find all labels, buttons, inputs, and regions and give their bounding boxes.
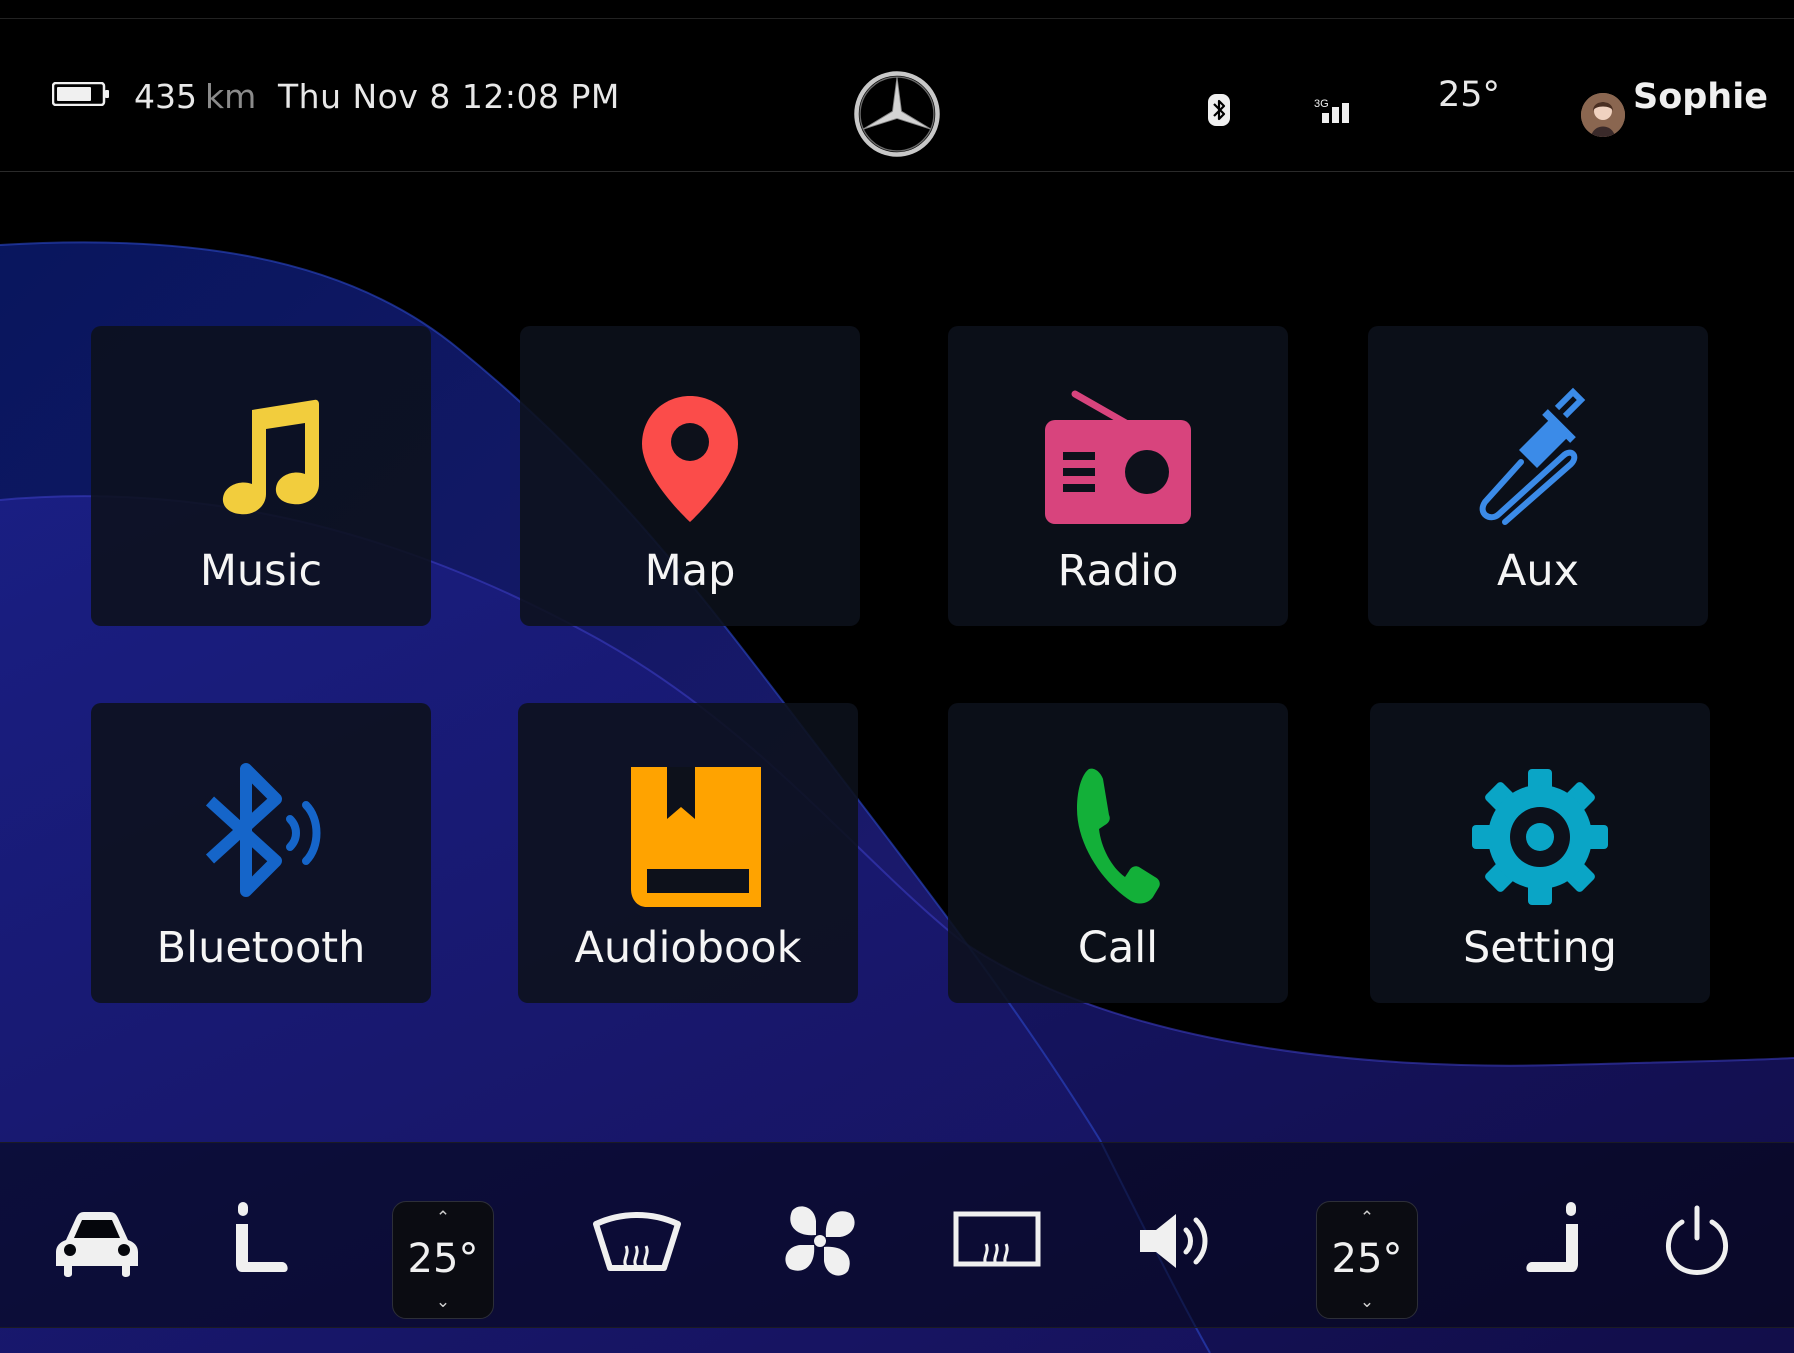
battery-icon <box>52 82 109 106</box>
signal-icon: 3G <box>1314 98 1349 123</box>
map-pin-icon <box>642 396 738 522</box>
gear-icon <box>1472 769 1608 905</box>
right-temperature-control[interactable]: ⌃ 25° ⌄ <box>1316 1201 1418 1319</box>
avatar-image <box>1581 93 1625 137</box>
left-temp-value: 25° <box>407 1236 479 1282</box>
app-tile-audiobook[interactable]: Audiobook <box>518 703 858 1003</box>
app-tile-music[interactable]: Music <box>91 326 431 626</box>
app-label: Map <box>644 546 736 596</box>
signal-label: 3G <box>1314 98 1329 110</box>
range-unit: km <box>205 77 257 116</box>
right-temp-up-button[interactable]: ⌃ <box>1317 1208 1417 1228</box>
app-label: Audiobook <box>574 923 802 973</box>
left-temp-up-button[interactable]: ⌃ <box>393 1208 493 1228</box>
range-value: 435 <box>134 77 197 116</box>
app-label: Radio <box>1057 546 1179 596</box>
app-label: Aux <box>1496 546 1580 596</box>
music-note-icon <box>222 399 319 515</box>
left-seat-heat-icon[interactable] <box>222 1196 312 1286</box>
avatar[interactable] <box>1581 93 1625 137</box>
outside-temperature: 25° <box>1438 75 1501 115</box>
aux-cable-icon <box>1479 387 1586 525</box>
app-label: Setting <box>1463 923 1617 973</box>
bluetooth-status-icon <box>1208 94 1230 126</box>
right-temp-down-button[interactable]: ⌄ <box>1317 1292 1417 1312</box>
app-label: Call <box>1077 923 1159 973</box>
volume-icon[interactable] <box>1132 1196 1222 1286</box>
app-tile-bluetooth[interactable]: Bluetooth <box>91 703 431 1003</box>
app-label: Music <box>199 546 323 596</box>
right-temp-value: 25° <box>1331 1236 1403 1282</box>
app-label: Bluetooth <box>156 923 366 973</box>
app-tile-call[interactable]: Call <box>948 703 1288 1003</box>
left-temp-down-button[interactable]: ⌄ <box>393 1292 493 1312</box>
mercedes-logo <box>854 71 940 157</box>
front-defrost-icon[interactable] <box>592 1196 682 1286</box>
climate-bar: ⌃ 25° ⌄ ⌃ 25° ⌄ <box>0 1142 1794 1328</box>
app-tile-setting[interactable]: Setting <box>1370 703 1710 1003</box>
status-bar: 435 km Thu Nov 8 12:08 PM 3G 25° Sophie <box>0 18 1794 172</box>
right-seat-heat-icon[interactable] <box>1502 1196 1592 1286</box>
date-time: Thu Nov 8 12:08 PM <box>278 77 620 116</box>
app-tile-radio[interactable]: Radio <box>948 326 1288 626</box>
power-icon[interactable] <box>1652 1196 1742 1286</box>
radio-icon <box>1045 390 1191 524</box>
left-temperature-control[interactable]: ⌃ 25° ⌄ <box>392 1201 494 1319</box>
car-icon[interactable] <box>52 1196 142 1286</box>
fan-icon[interactable] <box>775 1196 865 1286</box>
phone-icon <box>1077 768 1160 904</box>
range-readout: 435 km <box>134 77 256 116</box>
bluetooth-icon <box>205 763 321 897</box>
app-tile-map[interactable]: Map <box>520 326 860 626</box>
app-tile-aux[interactable]: Aux <box>1368 326 1708 626</box>
book-icon <box>631 767 761 907</box>
rear-defrost-icon[interactable] <box>952 1196 1042 1286</box>
user-name[interactable]: Sophie <box>1633 77 1768 117</box>
